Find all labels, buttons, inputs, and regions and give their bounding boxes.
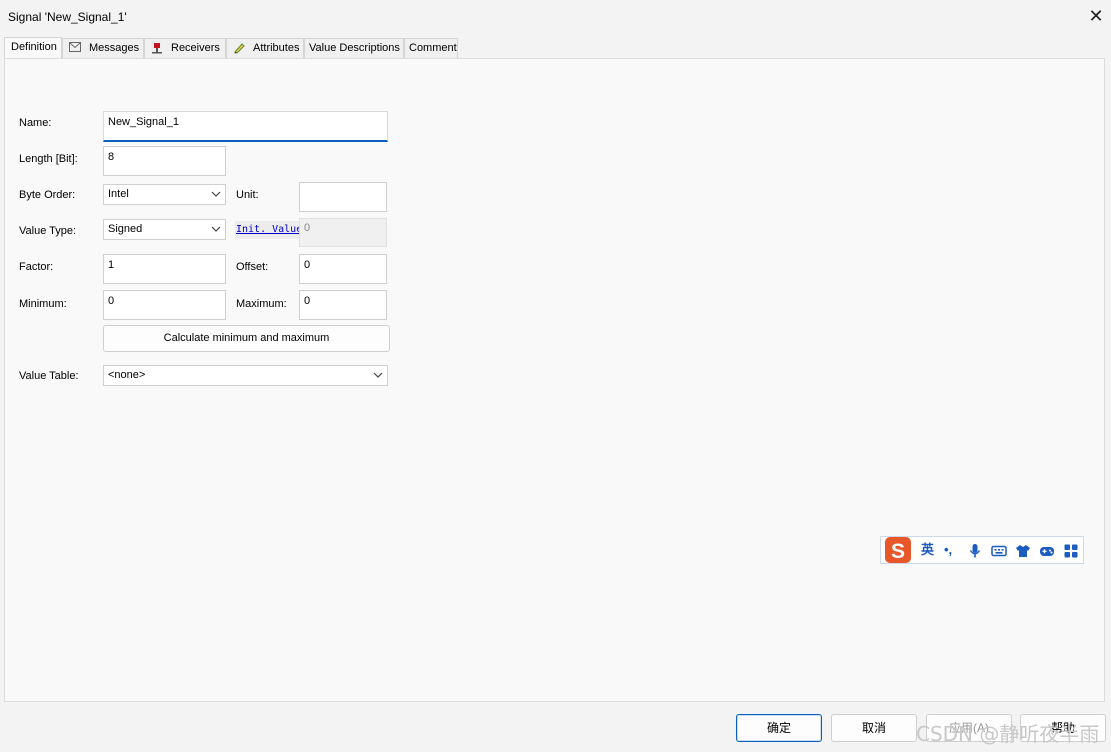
length-label: Length [Bit]: — [19, 153, 78, 165]
unit-input[interactable] — [299, 182, 387, 212]
title-bar: Signal 'New_Signal_1' ✕ — [0, 0, 1111, 34]
byte-order-label: Byte Order: — [19, 189, 76, 201]
unit-label: Unit: — [236, 189, 259, 201]
tab-definition-label: Definition — [11, 41, 57, 53]
ok-button[interactable]: 确定 — [736, 714, 822, 742]
chevron-down-icon — [211, 187, 221, 201]
offset-label: Offset: — [236, 261, 269, 273]
cancel-button[interactable]: 取消 — [831, 714, 917, 742]
minimum-label: Minimum: — [19, 298, 67, 310]
factor-label: Factor: — [19, 261, 54, 273]
ime-toolbar[interactable]: S 英 •, — [880, 536, 1084, 564]
offset-input[interactable]: 0 — [299, 254, 387, 284]
calculate-min-max-button[interactable]: Calculate minimum and maximum — [103, 325, 390, 352]
tab-comment-label: Comment — [409, 42, 457, 54]
value-type-select[interactable]: Signed — [103, 219, 226, 240]
byte-order-select[interactable]: Intel — [103, 184, 226, 205]
window-title: Signal 'New_Signal_1' — [8, 10, 127, 24]
value-table-select[interactable]: <none> — [103, 365, 388, 386]
close-icon[interactable]: ✕ — [1087, 6, 1105, 26]
value-table-label: Value Table: — [19, 370, 79, 382]
name-input[interactable]: New_Signal_1 — [103, 111, 388, 142]
minimum-input[interactable]: 0 — [103, 290, 226, 320]
keyboard-icon[interactable] — [991, 543, 1007, 559]
sogou-logo-icon[interactable]: S — [883, 536, 913, 564]
tab-definition[interactable]: Definition — [4, 37, 62, 58]
receiver-pin-icon — [150, 42, 164, 54]
value-type-value: Signed — [108, 223, 143, 235]
ime-punctuation-toggle[interactable]: •, — [944, 543, 952, 557]
tab-attributes-label: Attributes — [253, 42, 300, 54]
factor-input[interactable]: 1 — [103, 254, 226, 284]
tab-receivers-label: Receivers — [171, 42, 220, 54]
byte-order-value: Intel — [108, 188, 129, 200]
grid-icon[interactable] — [1063, 543, 1079, 559]
watermark: CSDN @静听夜半雨 — [916, 722, 1100, 746]
microphone-icon[interactable] — [967, 543, 983, 559]
length-input[interactable]: 8 — [103, 146, 226, 176]
tab-value-descriptions[interactable]: Value Descriptions — [304, 38, 404, 58]
init-value-input: 0 — [299, 218, 387, 247]
chevron-down-icon — [373, 368, 383, 382]
envelope-icon — [68, 42, 82, 54]
ime-mode-toggle[interactable]: 英 — [921, 543, 934, 557]
init-value-link[interactable]: Init. Value — [235, 221, 300, 239]
gamepad-icon[interactable] — [1039, 543, 1055, 559]
shirt-icon[interactable] — [1015, 543, 1031, 559]
pencil-icon — [232, 42, 246, 54]
name-label: Name: — [19, 117, 52, 129]
svg-text:S: S — [891, 540, 905, 563]
value-type-label: Value Type: — [19, 225, 77, 237]
chevron-down-icon — [211, 222, 221, 236]
maximum-label: Maximum: — [236, 298, 287, 310]
tab-value-descriptions-label: Value Descriptions — [309, 42, 400, 54]
tab-receivers[interactable]: Receivers — [144, 38, 226, 58]
tab-attributes[interactable]: Attributes — [226, 38, 304, 58]
maximum-input[interactable]: 0 — [299, 290, 387, 320]
value-table-value: <none> — [108, 369, 146, 381]
tab-messages[interactable]: Messages — [62, 38, 144, 58]
tab-comment[interactable]: Comment — [404, 38, 458, 58]
tab-messages-label: Messages — [89, 42, 140, 54]
